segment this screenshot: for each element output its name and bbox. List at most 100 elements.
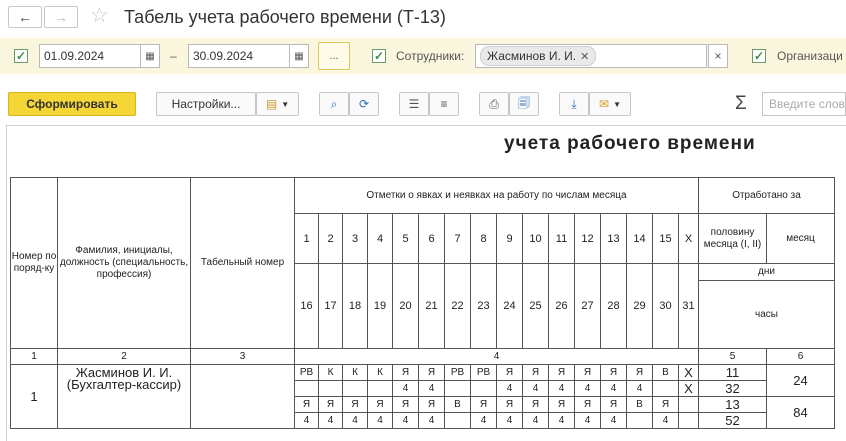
organization-checkbox[interactable]: ✓ — [752, 49, 766, 63]
day-header: 20 — [392, 263, 419, 349]
back-button[interactable]: ← — [8, 6, 42, 28]
attendance-code-cell: Я — [418, 396, 445, 413]
print-button[interactable]: ⎙ — [479, 92, 509, 116]
attendance-hours-cell: 4 — [574, 412, 601, 429]
employee-name: Жасминов И. И. (Бухгалтер-кассир) — [57, 364, 191, 429]
favorite-star-icon[interactable]: ☆ — [90, 5, 109, 27]
day-header: 11 — [548, 213, 575, 264]
attendance-hours-cell — [652, 380, 679, 397]
attendance-code-cell: РВ — [294, 364, 319, 381]
settings-button[interactable]: Настройки... — [156, 92, 256, 116]
attendance-hours-cell: 4 — [392, 412, 419, 429]
organization-label: Организаци — [777, 49, 843, 63]
day-header: 22 — [444, 263, 471, 349]
employee-tag-label: Жасминов И. И. — [487, 49, 577, 63]
employees-checkbox[interactable]: ✓ — [372, 49, 386, 63]
attendance-hours-cell — [470, 380, 497, 397]
day-header: 18 — [342, 263, 368, 349]
attendance-hours-cell: 4 — [548, 412, 575, 429]
attendance-code-cell: Я — [294, 396, 319, 413]
day-header: 17 — [318, 263, 343, 349]
half-month-total: 13 — [698, 396, 767, 413]
employees-clear-button[interactable]: × — [708, 44, 728, 68]
attendance-hours-cell — [294, 380, 319, 397]
attendance-code-cell: Я — [496, 396, 523, 413]
folder-icon: ▤ — [265, 97, 278, 111]
attendance-hours-cell: 4 — [367, 412, 393, 429]
attendance-code-cell: В — [652, 364, 679, 381]
collapse-groups-button[interactable]: ≡ — [429, 92, 459, 116]
attendance-hours-cell: 4 — [522, 380, 549, 397]
forward-button[interactable]: → — [44, 6, 78, 28]
day-header: 19 — [367, 263, 393, 349]
attendance-hours-cell — [678, 412, 699, 429]
attendance-hours-cell — [367, 380, 393, 397]
attendance-code-cell: Я — [418, 364, 445, 381]
find-button[interactable]: ⌕ — [319, 92, 349, 116]
generate-button[interactable]: Сформировать — [8, 92, 136, 116]
report-title: учета рабочего времени — [504, 133, 756, 154]
save-file-button[interactable]: ⤓ — [559, 92, 589, 116]
attendance-code-cell: Я — [522, 364, 549, 381]
send-email-button[interactable]: ✉ ▼ — [589, 92, 631, 116]
expand-groups-button[interactable]: ☰ — [399, 92, 429, 116]
date-to-input[interactable]: 30.09.2024 — [188, 44, 290, 68]
preview-button[interactable]: 🗐 — [509, 92, 539, 116]
column-number: 6 — [766, 348, 835, 365]
attendance-hours-cell: X — [678, 380, 699, 397]
collapse-list-icon: ≡ — [440, 97, 448, 111]
attendance-code-cell: Я — [522, 396, 549, 413]
attendance-hours-cell: 4 — [574, 380, 601, 397]
calendar-icon: ▦ — [294, 50, 304, 62]
period-select-button[interactable]: ... — [318, 42, 350, 70]
find-next-button[interactable]: ⟳ — [349, 92, 379, 116]
header-hours: часы — [755, 309, 778, 320]
attendance-code-cell: Я — [548, 396, 575, 413]
window-title: Табель учета рабочего времени (Т-13) — [124, 7, 446, 27]
attendance-hours-cell: 4 — [418, 412, 445, 429]
search-input[interactable]: Введите слово — [762, 92, 846, 116]
attendance-hours-cell — [444, 412, 471, 429]
day-header: 2 — [318, 213, 343, 264]
attendance-code-cell: Я — [392, 396, 419, 413]
day-header: 31 — [678, 263, 699, 349]
sum-icon[interactable]: Σ — [735, 92, 747, 116]
header-worked: Отработано за — [698, 177, 835, 214]
check-icon: ✓ — [15, 49, 27, 63]
attendance-code-cell: РВ — [470, 364, 497, 381]
day-header: 15 — [652, 213, 679, 264]
half-month-total: 11 — [698, 364, 767, 381]
attendance-code-cell: В — [444, 396, 471, 413]
date-from-calendar-button[interactable]: ▦ — [140, 44, 160, 68]
attendance-hours-cell — [444, 380, 471, 397]
variant-dropdown-button[interactable]: ▤ ▼ — [256, 92, 299, 116]
print-preview-icon: 🗐 — [518, 95, 530, 110]
attendance-code-cell: Я — [600, 396, 627, 413]
date-to-calendar-button[interactable]: ▦ — [289, 44, 309, 68]
close-icon[interactable]: ✕ — [580, 50, 589, 63]
attendance-code-cell: Я — [367, 396, 393, 413]
date-from-input[interactable]: 01.09.2024 — [39, 44, 141, 68]
day-header: 25 — [522, 263, 549, 349]
header-month: месяц — [766, 213, 835, 264]
day-header: 14 — [626, 213, 653, 264]
attendance-hours-cell: 4 — [600, 412, 627, 429]
employee-tab-number — [190, 364, 295, 429]
day-header: 27 — [574, 263, 601, 349]
attendance-code-cell: Я — [318, 396, 343, 413]
period-checkbox[interactable]: ✓ — [14, 49, 28, 63]
attendance-code-cell: К — [367, 364, 393, 381]
attendance-code-cell: Я — [600, 364, 627, 381]
attendance-hours-cell: 4 — [496, 412, 523, 429]
month-hours-total: 84 — [766, 396, 835, 429]
attendance-hours-cell: 4 — [318, 412, 343, 429]
half-month-total: 52 — [698, 412, 767, 429]
attendance-hours-cell: 4 — [522, 412, 549, 429]
day-header: 1 — [294, 213, 319, 264]
attendance-code-cell: РВ — [444, 364, 471, 381]
employees-input[interactable]: Жасминов И. И. ✕ — [475, 44, 707, 68]
calendar-icon: ▦ — [145, 50, 155, 62]
attendance-hours-cell: 4 — [294, 412, 319, 429]
chevron-down-icon: ▼ — [281, 99, 290, 109]
attendance-hours-cell: 4 — [548, 380, 575, 397]
